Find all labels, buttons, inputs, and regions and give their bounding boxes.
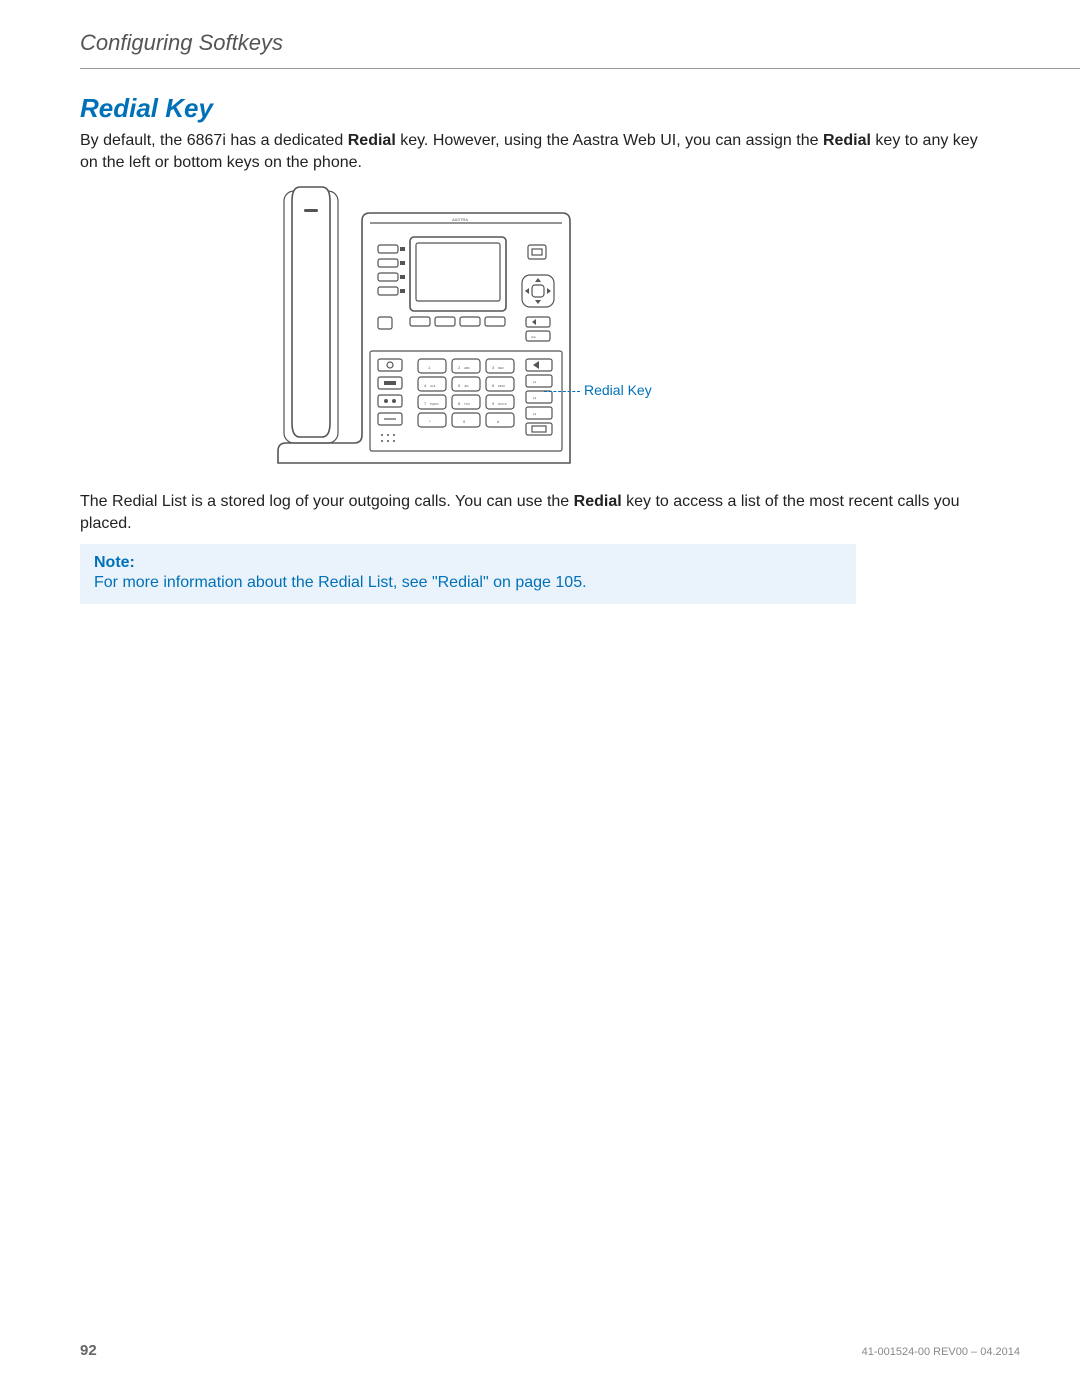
left-hardkeys bbox=[378, 359, 402, 442]
doc-revision: 41-001524-00 REV00 – 04.2014 bbox=[862, 1346, 1020, 1358]
svg-text:L2: L2 bbox=[533, 380, 537, 384]
svg-text:GHI: GHI bbox=[430, 384, 436, 388]
left-softkeys bbox=[378, 245, 405, 329]
text-bold: Redial bbox=[574, 493, 622, 510]
right-progkeys: L2 L3 L4 bbox=[526, 359, 552, 435]
document-page: Configuring Softkeys Redial Key By defau… bbox=[0, 0, 1080, 1397]
page-link[interactable]: page 105 bbox=[515, 574, 582, 591]
svg-text:MNO: MNO bbox=[498, 384, 506, 388]
svg-text:WXYZ: WXYZ bbox=[498, 402, 507, 406]
svg-text:TUV: TUV bbox=[464, 402, 470, 406]
text: key. However, using the Aastra Web UI, y… bbox=[396, 132, 823, 149]
text: By default, the 6867i has a dedicated bbox=[80, 132, 348, 149]
intro-paragraph: By default, the 6867i has a dedicated Re… bbox=[80, 130, 980, 173]
callout-line bbox=[544, 391, 580, 392]
svg-text:L3: L3 bbox=[533, 396, 537, 400]
note-title: Note: bbox=[94, 554, 842, 572]
brand-text: AASTRA bbox=[452, 217, 468, 222]
svg-text:L4: L4 bbox=[533, 412, 537, 416]
dial-pad: 1 2ABC 3DEF 4GHI 5JKL 6MNO 7PQRS 8TUV 9W… bbox=[418, 359, 514, 427]
section-title: Redial Key bbox=[80, 93, 1080, 124]
running-header: Configuring Softkeys bbox=[80, 30, 1080, 69]
svg-text:A/a: A/a bbox=[531, 335, 536, 339]
callout-label: Redial Key bbox=[584, 382, 652, 398]
phone-illustration: AASTRA bbox=[270, 183, 590, 483]
svg-text:PQRS: PQRS bbox=[430, 402, 439, 406]
text-bold: Redial bbox=[348, 132, 396, 149]
redial-list-paragraph: The Redial List is a stored log of your … bbox=[80, 491, 980, 534]
page-number: 92 bbox=[80, 1342, 97, 1359]
text: The Redial List is a stored log of your … bbox=[80, 493, 574, 510]
text: . bbox=[582, 574, 586, 591]
svg-text:DEF: DEF bbox=[498, 366, 504, 370]
note-box: Note: For more information about the Red… bbox=[80, 544, 856, 604]
note-body: For more information about the Redial Li… bbox=[94, 574, 842, 592]
nav-dpad bbox=[522, 275, 554, 307]
text: For more information about the Redial Li… bbox=[94, 574, 515, 591]
phone-figure: AASTRA bbox=[270, 183, 1050, 483]
page-footer: 92 41-001524-00 REV00 – 04.2014 bbox=[80, 1342, 1020, 1359]
text-bold: Redial bbox=[823, 132, 871, 149]
svg-text:JKL: JKL bbox=[464, 384, 470, 388]
svg-text:ABC: ABC bbox=[464, 366, 471, 370]
